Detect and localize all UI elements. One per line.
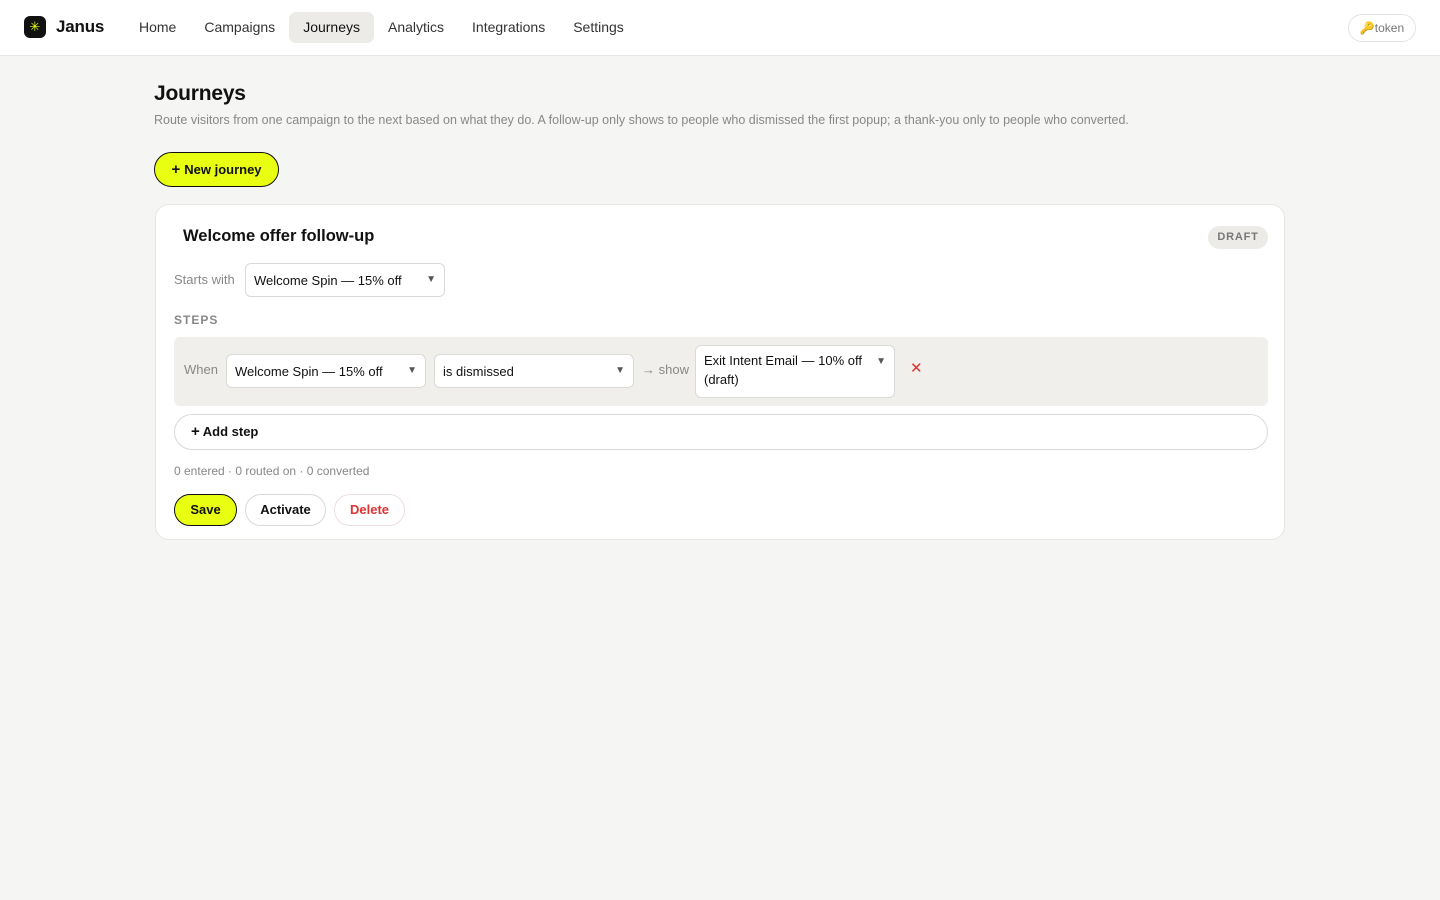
nav-item-campaigns[interactable]: Campaigns (190, 12, 289, 43)
step-row: When Welcome Spin — 15% off ▼ is dismiss… (174, 337, 1268, 406)
starts-with-label: Starts with (174, 272, 235, 287)
step-target-select[interactable]: Exit Intent Email — 10% off (draft) ▼ (695, 345, 895, 398)
token-label: token (1374, 21, 1405, 35)
new-journey-label: New journey (184, 162, 262, 177)
main-nav: Home Campaigns Journeys Analytics Integr… (125, 12, 638, 43)
brand-name[interactable]: Janus (56, 17, 104, 37)
add-step-button[interactable]: + Add step (174, 414, 1268, 450)
chevron-down-icon: ▼ (615, 365, 625, 376)
step-campaign-value: Welcome Spin — 15% off (235, 364, 383, 379)
remove-step-icon[interactable]: ✕ (910, 359, 923, 377)
nav-item-journeys[interactable]: Journeys (289, 12, 374, 43)
chevron-down-icon: ▼ (426, 274, 436, 285)
key-icon: 🔑 (1359, 21, 1375, 35)
plus-icon: + (171, 161, 181, 178)
nav-item-settings[interactable]: Settings (559, 12, 638, 43)
chevron-down-icon: ▼ (407, 365, 417, 376)
starts-with-value: Welcome Spin — 15% off (254, 273, 402, 288)
save-button[interactable]: Save (174, 494, 237, 526)
step-condition-select[interactable]: is dismissed ▼ (434, 354, 634, 388)
logo-icon: ✳ (24, 16, 46, 38)
status-badge: DRAFT (1208, 226, 1268, 249)
journey-name[interactable]: Welcome offer follow-up (183, 227, 374, 246)
nav-item-home[interactable]: Home (125, 12, 190, 43)
page-title: Journeys (154, 82, 246, 105)
top-navigation-bar: ✳ Janus Home Campaigns Journeys Analytic… (0, 0, 1440, 56)
delete-button[interactable]: Delete (334, 494, 405, 526)
step-condition-value: is dismissed (443, 364, 514, 379)
page-description: Route visitors from one campaign to the … (154, 113, 1129, 127)
nav-item-analytics[interactable]: Analytics (374, 12, 458, 43)
chevron-down-icon: ▼ (876, 356, 886, 367)
starts-with-select[interactable]: Welcome Spin — 15% off ▼ (245, 263, 445, 297)
when-label: When (184, 362, 218, 377)
journey-stats: 0 entered · 0 routed on · 0 converted (174, 464, 370, 478)
plus-icon: + (191, 423, 200, 440)
nav-item-integrations[interactable]: Integrations (458, 12, 559, 43)
activate-button[interactable]: Activate (245, 494, 326, 526)
journey-card: Welcome offer follow-up DRAFT Starts wit… (155, 204, 1285, 540)
add-step-label: Add step (202, 424, 259, 439)
step-campaign-select[interactable]: Welcome Spin — 15% off ▼ (226, 354, 426, 388)
token-button[interactable]: 🔑token (1348, 14, 1416, 42)
new-journey-button[interactable]: + New journey (154, 152, 279, 187)
step-target-value: Exit Intent Email — 10% off (draft) (704, 353, 862, 387)
show-label: → show (642, 362, 689, 377)
steps-heading: STEPS (174, 313, 219, 327)
